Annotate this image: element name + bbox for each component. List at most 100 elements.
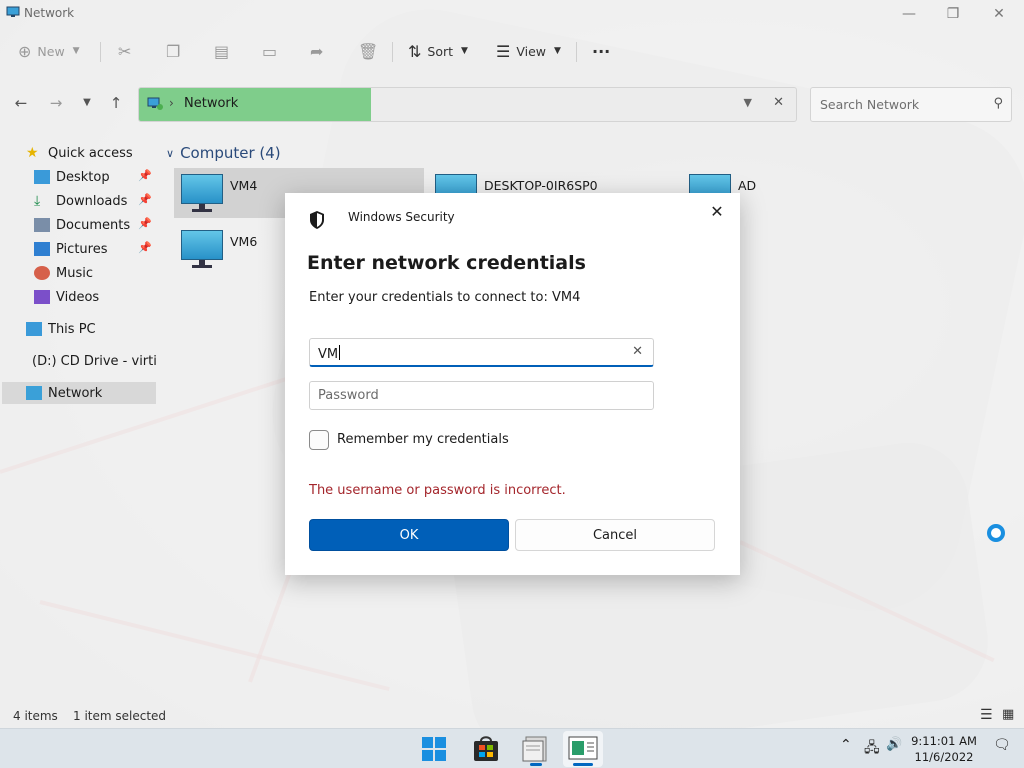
star-icon: ★ [26,145,39,161]
window-title: Network [24,6,75,20]
trash-icon: 🗑 [358,41,379,61]
computer-name: AD [738,178,757,193]
ok-button[interactable]: OK [309,519,509,551]
divider [392,42,393,62]
windows-logo-icon [422,737,446,761]
chevron-down-icon: ▼ [461,46,468,56]
dialog-heading: Enter network credentials [307,252,586,274]
sidebar-item-music[interactable]: Music [34,262,156,284]
group-header-label: Computer (4) [180,144,281,162]
divider [576,42,577,62]
title-bar: Network — ❐ ✕ [0,0,1024,28]
item-count: 4 items [13,709,58,723]
rename-button[interactable]: ▭ [262,38,277,64]
back-arrow-icon[interactable]: ← [10,92,32,114]
forward-arrow-icon[interactable]: → [45,92,67,114]
tiles-view-icon[interactable]: ▦ [1002,707,1014,722]
credentials-dialog: Windows Security ✕ Enter network credent… [285,193,740,575]
username-value-wrap: VM [318,345,341,362]
password-field[interactable]: Password [309,381,654,410]
copy-button[interactable]: ❐ [166,38,180,64]
chevron-right-icon[interactable]: › [169,96,174,110]
store-button[interactable] [466,731,506,767]
more-options-button[interactable]: ··· [592,38,610,64]
sidebar-item-label: Music [56,265,93,281]
sidebar-item-quick-access[interactable]: ★ Quick access [26,142,182,164]
password-placeholder: Password [318,388,379,403]
notification-icon[interactable]: 🗨 [993,737,1011,753]
clear-input-icon[interactable]: ✕ [632,344,643,359]
view-label: View [516,43,547,59]
network-status-icon[interactable]: 🖧 [864,737,880,761]
sidebar-item-network[interactable]: Network [2,382,156,404]
sidebar-item-label: Desktop [56,169,110,185]
breadcrumb[interactable]: Network [184,96,238,111]
videos-icon [34,290,50,304]
sidebar-item-documents[interactable]: Documents 📌 [34,214,156,236]
sidebar-item-cd-drive[interactable]: (D:) CD Drive - virti [26,350,156,372]
up-arrow-icon[interactable]: ↑ [105,92,127,114]
folder-stack-icon [522,736,547,762]
network-icon [147,97,163,110]
group-header[interactable]: ∨ Computer (4) [166,144,281,162]
view-button[interactable]: ☰ View ▼ [496,38,561,64]
sort-button[interactable]: ⇅ Sort ▼ [408,38,468,64]
share-button[interactable]: ➦ [310,38,323,64]
delete-button[interactable]: 🗑 [358,38,378,64]
pin-icon: 📌 [138,217,152,230]
system-clock[interactable]: 9:11:01 AM 11/6/2022 [906,733,982,765]
copy-icon: ❐ [166,41,181,61]
store-bag-icon [474,736,498,761]
close-dialog-icon[interactable]: ✕ [705,202,729,221]
remember-credentials-checkbox[interactable] [309,430,329,450]
chevron-down-icon[interactable]: ▼ [744,96,752,109]
cut-button[interactable]: ✂ [118,38,131,64]
search-icon: ⚲ [993,96,1003,111]
sidebar-item-this-pc[interactable]: This PC [26,318,156,340]
remember-credentials-label[interactable]: Remember my credentials [337,432,509,447]
maximize-button[interactable]: ❐ [936,2,970,26]
network-icon [26,386,42,400]
downloads-icon: ⤓ [34,193,41,209]
command-bar: ⊕ New ▼ ✂ ❐ ▤ ▭ ➦ 🗑 ⇅ Sort ▼ ☰ View ▼ ··· [0,30,1024,72]
running-indicator [530,763,542,766]
minimize-button[interactable]: — [892,2,926,26]
close-button[interactable]: ✕ [982,2,1016,26]
sidebar-item-pictures[interactable]: Pictures 📌 [34,238,156,260]
text-cursor [339,345,341,360]
address-bar[interactable]: › Network ▼ ✕ [138,87,797,122]
sidebar-item-label: Downloads [56,193,128,209]
running-indicator [573,763,593,766]
cancel-button[interactable]: Cancel [515,519,715,551]
file-explorer-taskbar-button[interactable] [516,731,556,767]
sidebar-item-downloads[interactable]: ⤓ Downloads 📌 [34,190,156,212]
clipboard-icon: ▤ [214,41,230,61]
active-app-taskbar-button[interactable] [563,731,603,767]
username-field[interactable]: VM ✕ [309,338,654,367]
sidebar-item-label: (D:) CD Drive - virti [32,353,156,369]
sidebar-item-label: Quick access [48,145,133,161]
clear-address-icon[interactable]: ✕ [773,95,784,110]
paste-button[interactable]: ▤ [214,38,229,64]
dialog-subtitle: Enter your credentials to connect to: VM… [309,290,581,305]
search-box[interactable]: Search Network ⚲ [810,87,1012,122]
pin-icon: 📌 [138,169,152,182]
recent-locations-chevron-icon[interactable]: ▼ [76,92,98,114]
network-icon [6,6,20,17]
sidebar-item-videos[interactable]: Videos [34,286,156,308]
chevron-up-icon[interactable]: ⌃ [840,737,852,753]
rename-icon: ▭ [262,41,278,61]
volume-icon[interactable]: 🔊 [886,737,902,752]
sidebar-item-label: Pictures [56,241,108,257]
computer-icon [180,174,224,214]
sidebar-item-label: Network [48,385,103,401]
new-button[interactable]: ⊕ New ▼ [18,38,80,64]
details-view-icon[interactable]: ☰ [980,707,993,723]
shield-icon [310,211,324,229]
chevron-down-icon: ▼ [72,46,80,56]
sidebar-item-desktop[interactable]: Desktop 📌 [34,166,156,188]
start-button[interactable] [414,731,454,767]
status-bar: 4 items 1 item selected ☰ ▦ [0,705,1024,727]
view-icon: ☰ [496,41,511,61]
clock-date: 11/6/2022 [914,750,974,764]
